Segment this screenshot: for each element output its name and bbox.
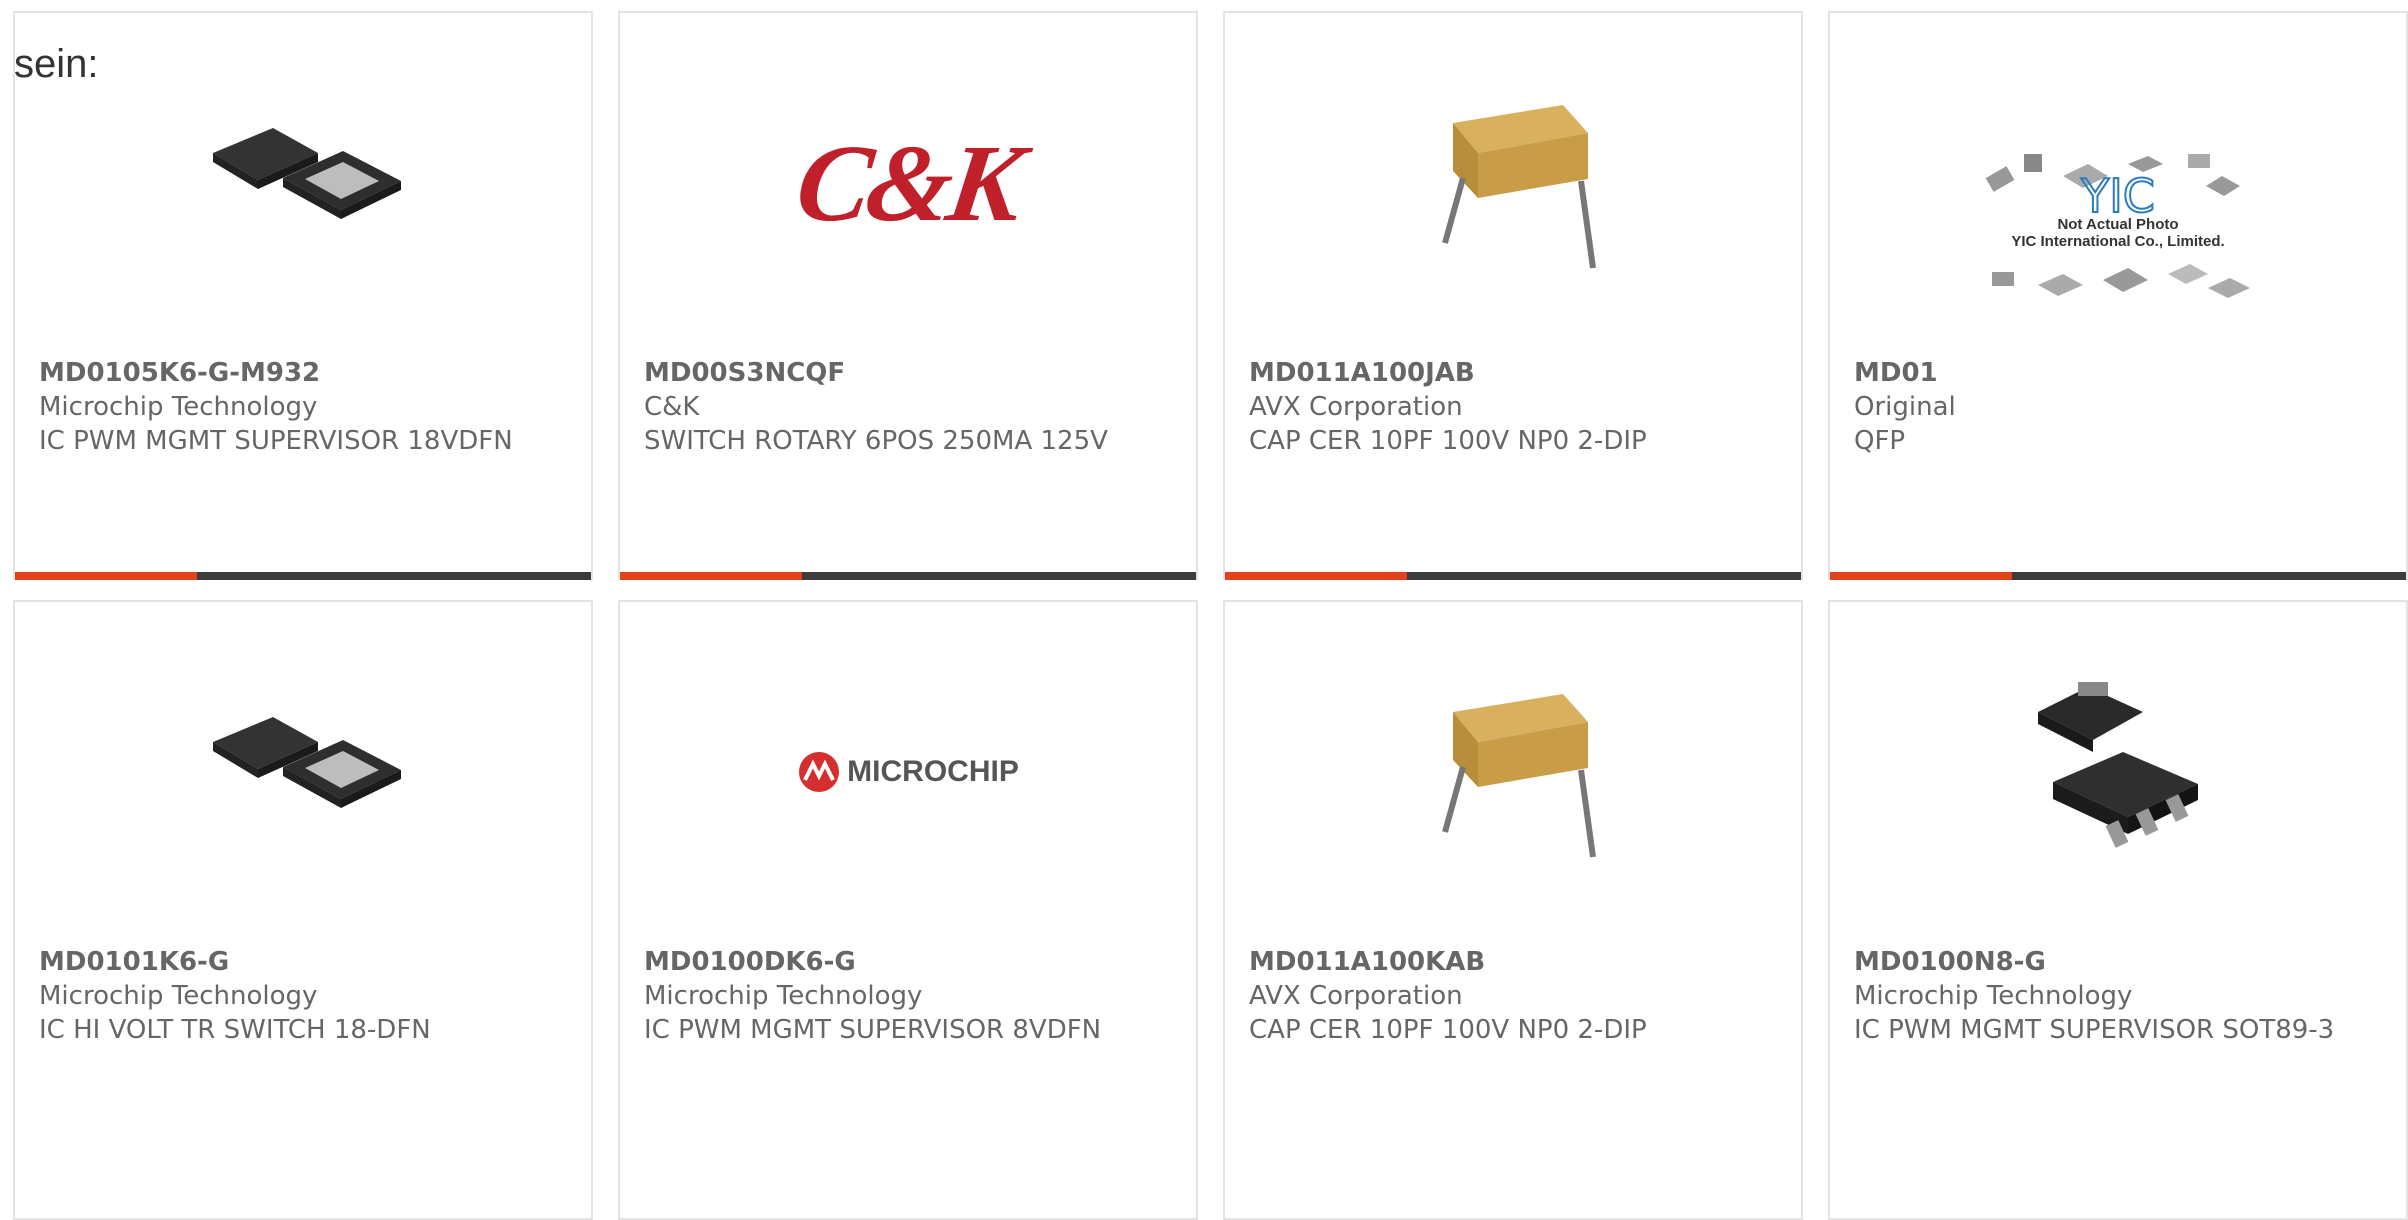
part-number[interactable]: MD00S3NCQF [644, 356, 1176, 390]
card-bottom-bar [1225, 572, 1801, 580]
manufacturer: Microchip Technology [39, 981, 318, 1011]
description: CAP CER 10PF 100V NP0 2-DIP [1249, 1015, 1647, 1045]
intro-text: sein: [14, 42, 99, 86]
description: IC HI VOLT TR SWITCH 18-DFN [39, 1015, 431, 1045]
manufacturer: AVX Corporation [1249, 392, 1463, 422]
description: QFP [1854, 426, 1906, 456]
part-number[interactable]: MD0100N8-G [1854, 945, 2386, 979]
description: IC PWM MGMT SUPERVISOR SOT89-3 [1854, 1015, 2335, 1045]
dfn-chip-image [203, 83, 403, 283]
part-number[interactable]: MD0101K6-G [39, 945, 571, 979]
manufacturer: Microchip Technology [644, 981, 923, 1011]
manufacturer: Microchip Technology [39, 392, 318, 422]
manufacturer: C&K [644, 392, 700, 422]
product-card[interactable]: MD011A100KAB AVX Corporation CAP CER 10P… [1223, 600, 1803, 1220]
microchip-logo: MICROCHIP [799, 672, 1019, 872]
ck-logo-text: C&K [789, 121, 1027, 244]
yic-placeholder: YIC Not Actual Photo YIC International C… [1973, 103, 2263, 353]
card-bottom-bar [620, 572, 1196, 580]
product-card[interactable]: MICROCHIP MD0100DK6-G Microchip Technolo… [618, 600, 1198, 1220]
manufacturer: AVX Corporation [1249, 981, 1463, 1011]
product-card[interactable]: MD011A100JAB AVX Corporation CAP CER 10P… [1223, 11, 1803, 580]
product-card[interactable]: MD0100N8-G Microchip Technology IC PWM M… [1828, 600, 2408, 1220]
capacitor-image [1413, 672, 1613, 872]
dfn-chip-image [203, 672, 403, 872]
product-grid: MD0105K6-G-M932 Microchip Technology IC … [13, 11, 2408, 1220]
manufacturer: Microchip Technology [1854, 981, 2133, 1011]
card-bottom-bar [1830, 572, 2406, 580]
product-card[interactable]: YIC Not Actual Photo YIC International C… [1828, 11, 2408, 580]
svg-text:YIC: YIC [2080, 169, 2155, 216]
description: IC PWM MGMT SUPERVISOR 18VDFN [39, 426, 513, 456]
placeholder-line-2: YIC International Co., Limited. [2011, 233, 2225, 250]
part-number[interactable]: MD01 [1854, 356, 2386, 390]
manufacturer: Original [1854, 392, 1956, 422]
ck-logo: C&K [789, 83, 1026, 283]
capacitor-image [1413, 83, 1613, 283]
product-card[interactable]: C&K MD00S3NCQF C&K SWITCH ROTARY 6POS 25… [618, 11, 1198, 580]
sot89-image [2018, 672, 2218, 872]
placeholder-line-1: Not Actual Photo [2057, 216, 2179, 233]
description: CAP CER 10PF 100V NP0 2-DIP [1249, 426, 1647, 456]
description: SWITCH ROTARY 6POS 250MA 125V [644, 426, 1108, 456]
description: IC PWM MGMT SUPERVISOR 8VDFN [644, 1015, 1102, 1045]
part-number[interactable]: MD0100DK6-G [644, 945, 1176, 979]
part-number[interactable]: MD0105K6-G-M932 [39, 356, 571, 390]
card-bottom-bar [15, 572, 591, 580]
part-number[interactable]: MD011A100JAB [1249, 356, 1781, 390]
product-card[interactable]: MD0101K6-G Microchip Technology IC HI VO… [13, 600, 593, 1220]
microchip-logo-text: MICROCHIP [847, 755, 1019, 788]
part-number[interactable]: MD011A100KAB [1249, 945, 1781, 979]
product-card[interactable]: MD0105K6-G-M932 Microchip Technology IC … [13, 11, 593, 580]
